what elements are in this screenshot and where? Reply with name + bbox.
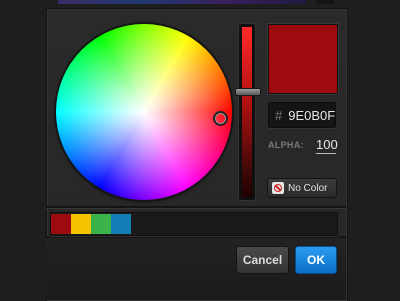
swatch-green[interactable]	[91, 214, 111, 234]
top-strip-end	[316, 0, 334, 4]
brightness-slider-handle[interactable]	[235, 88, 261, 96]
alpha-input[interactable]: 100	[316, 137, 338, 154]
color-preview	[268, 24, 338, 94]
divider	[46, 206, 346, 209]
swatch-blue[interactable]	[111, 214, 131, 234]
no-color-label: No Color	[288, 182, 328, 194]
color-wheel[interactable]	[56, 24, 232, 200]
ok-button[interactable]: OK	[295, 246, 337, 274]
no-color-button[interactable]: No Color	[267, 178, 337, 198]
hex-hash-label: #	[275, 107, 283, 123]
hex-input[interactable]: # 9E0B0F	[268, 102, 336, 128]
hex-value[interactable]: 9E0B0F	[288, 108, 335, 123]
swatch-red[interactable]	[51, 214, 71, 234]
brightness-slider[interactable]	[242, 27, 252, 197]
no-color-icon	[272, 182, 284, 194]
cancel-button[interactable]: Cancel	[236, 246, 289, 274]
top-color-strip	[58, 0, 306, 4]
alpha-label: ALPHA:	[268, 140, 304, 150]
color-wheel-cursor[interactable]	[213, 111, 228, 126]
swatch-yellow[interactable]	[71, 214, 91, 234]
